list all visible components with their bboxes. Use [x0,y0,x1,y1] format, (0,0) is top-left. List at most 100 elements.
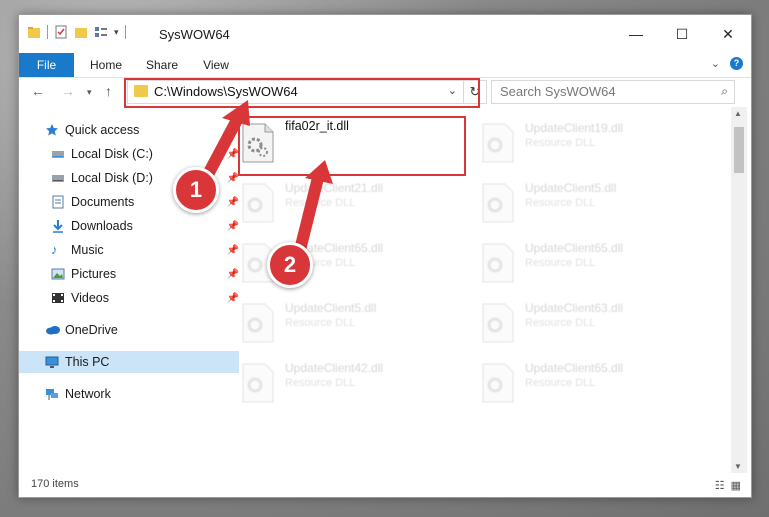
sidebar-item-downloads[interactable]: Downloads 📌 [19,215,245,237]
back-arrow-icon[interactable]: ← [31,83,45,99]
search-icon[interactable]: ⌕ [721,84,728,99]
sidebar-item-label: Local Disk (D:) [71,171,153,185]
pictures-icon [51,267,65,281]
file-name: UpdateClient21.dll [285,181,384,195]
computer-icon [45,355,59,369]
file-item[interactable]: UpdateClient65.dll Resource DLL [219,235,439,283]
title-bar: ▾ SysWOW64 — ☐ ✕ [19,15,751,53]
vertical-scrollbar[interactable]: ▲ ▼ [731,107,747,473]
sidebar-item-local-disk-c[interactable]: Local Disk (C:) 📌 [19,143,245,165]
sidebar-item-label: Videos [71,291,109,305]
toolbar-divider [124,25,126,39]
folder-icon[interactable] [27,25,41,39]
maximize-button[interactable]: ☐ [659,15,705,53]
sidebar-item-label: Downloads [71,219,133,233]
file-name: UpdateClient42.dll [285,361,384,375]
search-input[interactable]: Search SysWOW64 ⌕ [491,80,735,104]
sidebar-item-label: Network [65,387,111,401]
tab-share[interactable]: Share [139,53,185,77]
star-icon [45,123,59,137]
file-type: Resource DLL [285,377,356,389]
sidebar-item-label: Local Disk (C:) [71,147,153,161]
sidebar-item-label: Pictures [71,267,117,281]
properties-icon[interactable] [54,25,68,39]
file-name: UpdateClient65.dll [525,361,624,375]
expand-ribbon-icon[interactable]: ⌄ [711,57,720,70]
cloud-icon [45,323,60,337]
file-type: Resource DLL [525,137,596,149]
file-item[interactable]: UpdateClient19.dll Resource DLL [459,115,679,163]
navigation-pane: Quick access Local Disk (C:) 📌 Local Dis… [19,115,239,473]
help-icon[interactable]: ? [730,57,743,70]
file-name: UpdateClient5.dll [285,301,377,315]
dll-file-icon [241,363,275,403]
sidebar-item-music[interactable]: ♪ Music 📌 [19,239,245,261]
view-options-icon[interactable] [94,25,108,39]
details-view-icon[interactable]: ☷ [715,479,725,492]
dll-file-icon [481,243,515,283]
dll-file-icon [241,303,275,343]
sidebar-item-pictures[interactable]: Pictures 📌 [19,263,245,285]
sidebar-item-label: Music [71,243,104,257]
file-type: Resource DLL [285,197,356,209]
file-type: Resource DLL [525,377,596,389]
music-icon: ♪ [51,242,58,257]
callout-1: 1 [173,167,219,213]
address-bar-highlight [124,78,480,108]
up-arrow-icon[interactable]: ↑ [105,83,112,99]
ribbon-controls: ⌄ ? [711,57,743,70]
file-item[interactable]: UpdateClient5.dll Resource DLL [459,175,679,223]
file-item[interactable]: UpdateClient63.dll Resource DLL [459,295,679,343]
download-icon [51,219,65,233]
file-type: Resource DLL [525,257,596,269]
recent-locations-icon[interactable]: ▾ [87,87,92,98]
file-item[interactable]: UpdateClient5.dll Resource DLL [219,295,439,343]
dll-file-icon [481,303,515,343]
tiles-view-icon[interactable]: ▦ [731,479,741,492]
dll-file-icon [481,363,515,403]
sidebar-item-videos[interactable]: Videos 📌 [19,287,245,309]
video-icon [51,291,65,305]
drive-icon [51,171,65,185]
scroll-up-icon[interactable]: ▲ [734,109,742,118]
close-button[interactable]: ✕ [705,15,751,53]
file-item[interactable]: UpdateClient21.dll Resource DLL [219,175,439,223]
chevron-down-icon[interactable]: ▾ [114,27,119,38]
search-placeholder: Search SysWOW64 [500,84,616,99]
file-type: Resource DLL [525,197,596,209]
quick-access-toolbar: ▾ [27,25,126,39]
tab-home[interactable]: Home [81,53,131,77]
file-name: UpdateClient19.dll [525,121,624,135]
sidebar-item-network[interactable]: Network [19,383,239,405]
new-folder-icon[interactable] [74,25,88,39]
sidebar-item-label: Quick access [65,123,140,137]
sidebar-item-this-pc[interactable]: This PC [19,351,239,373]
minimize-button[interactable]: — [613,15,659,53]
window-title: SysWOW64 [159,27,230,42]
forward-arrow-icon[interactable]: → [61,83,75,99]
tab-view[interactable]: View [193,53,239,77]
dll-file-icon [481,183,515,223]
status-bar: 170 items ☷ ▦ [19,475,751,497]
document-icon [51,195,65,209]
item-count: 170 items [31,478,79,490]
file-type: Resource DLL [285,317,356,329]
sidebar-item-onedrive[interactable]: OneDrive [19,319,239,341]
scroll-down-icon[interactable]: ▼ [734,462,742,471]
file-type: Resource DLL [525,317,596,329]
sidebar-item-quick-access[interactable]: Quick access [19,119,239,141]
dll-file-icon [481,123,515,163]
file-item[interactable]: UpdateClient42.dll Resource DLL [219,355,439,403]
file-name: UpdateClient63.dll [525,301,624,315]
file-item[interactable]: UpdateClient65.dll Resource DLL [459,355,679,403]
sidebar-item-label: OneDrive [65,323,118,337]
sidebar-item-label: This PC [65,355,110,369]
scrollbar-thumb[interactable] [734,127,744,173]
file-item[interactable]: UpdateClient65.dll Resource DLL [459,235,679,283]
tab-file[interactable]: File [19,53,74,77]
ribbon: File Home Share View ⌄ ? [19,53,751,78]
toolbar-divider [47,25,48,39]
file-name: UpdateClient5.dll [525,181,617,195]
dll-file-icon [241,183,275,223]
sidebar-item-label: Documents [71,195,135,209]
